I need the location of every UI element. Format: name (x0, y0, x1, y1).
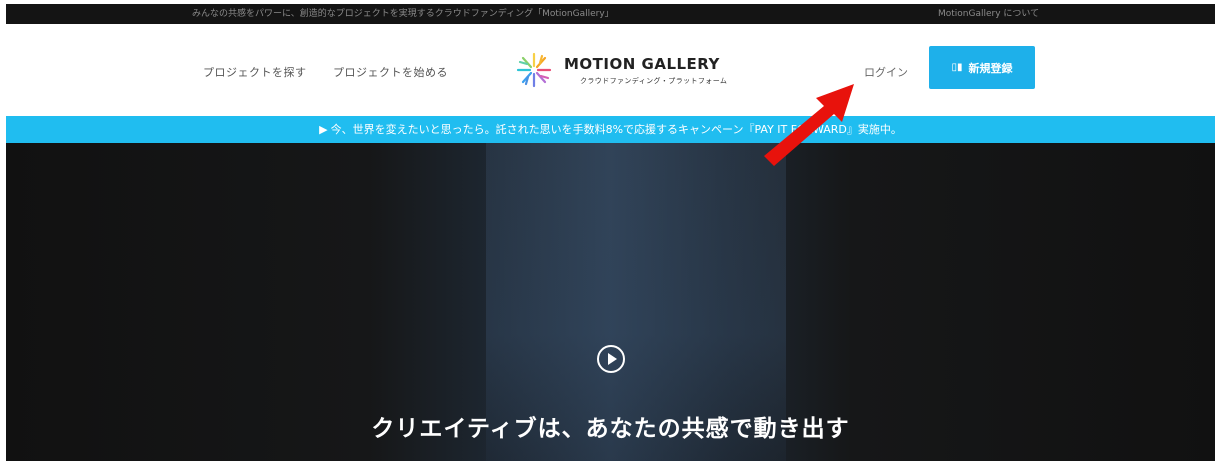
nav-find-projects[interactable]: プロジェクトを探す (203, 64, 307, 80)
about-link[interactable]: MotionGallery について (938, 4, 1039, 24)
flag-icon: ▶ (319, 123, 328, 136)
login-link[interactable]: ログイン (864, 64, 908, 80)
signup-button[interactable]: ▯▮ 新規登録 (929, 46, 1035, 89)
hero-title: クリエイティブは、あなたの共感で動き出す (371, 416, 850, 442)
hero-video: クリエイティブは、あなたの共感で動き出す (6, 143, 1215, 461)
site-tagline: みんなの共感をパワーに、創造的なプロジェクトを実現するクラウドファンディング「M… (192, 9, 614, 19)
site-header: プロジェクトを探す プロジェクトを始める MOTION GALLERY クラウド… (6, 24, 1215, 116)
logo-burst-icon (516, 52, 552, 88)
campaign-banner[interactable]: ▶ 今、世界を変えたいと思ったら。託された思いを手数料8%で応援するキャンペーン『… (6, 116, 1215, 143)
site-logo[interactable]: MOTION GALLERY クラウドファンディング・プラットフォーム (516, 52, 736, 92)
signup-label: 新規登録 (968, 61, 1013, 75)
logo-subtitle: クラウドファンディング・プラットフォーム (580, 77, 728, 85)
browser-frame: みんなの共感をパワーに、創造的なプロジェクトを実現するクラウドファンディング「M… (6, 4, 1215, 461)
annotation-arrow (764, 84, 854, 166)
top-info-bar: みんなの共感をパワーに、創造的なプロジェクトを実現するクラウドファンディング「M… (6, 4, 1215, 24)
nav-start-project[interactable]: プロジェクトを始める (333, 64, 448, 80)
book-icon: ▯▮ (951, 62, 963, 73)
play-icon[interactable] (597, 345, 625, 373)
logo-title: MOTION GALLERY (564, 55, 720, 73)
